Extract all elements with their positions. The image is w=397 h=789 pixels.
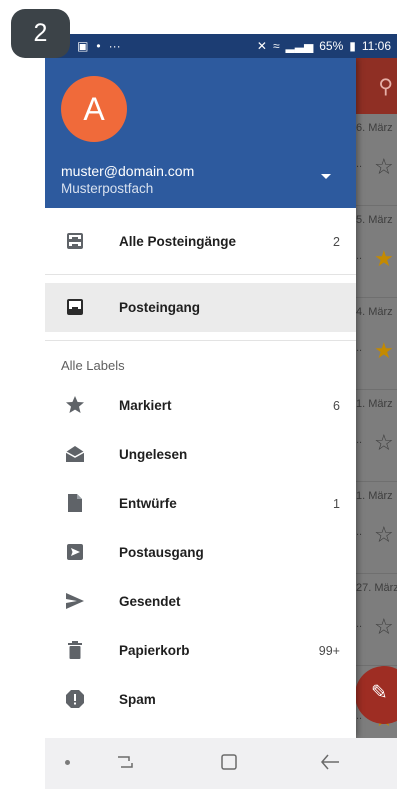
status-bar: ⇄ ▣ • ··· ✕ ≈ ▂▃▅ 65% ▮ 11:06 (45, 34, 397, 58)
account-dropdown-icon[interactable] (321, 174, 331, 179)
navigation-drawer: A muster@domain.com Musterpostfach Alle … (45, 58, 356, 738)
menu-item-inbox[interactable]: Posteingang (45, 283, 356, 332)
clock: 11:06 (361, 39, 391, 53)
mail-date: 1. März (356, 490, 393, 502)
outbox-icon (65, 542, 85, 562)
battery-icon: ▮ (349, 39, 356, 53)
star-outline-icon: ☆ (374, 430, 394, 455)
unread-mail-icon (65, 444, 85, 464)
divider (45, 340, 356, 341)
menu-item-label: Gesendet (119, 594, 181, 609)
inbox-icon (65, 297, 85, 317)
mail-snippet-ellipsis: .. (356, 250, 363, 262)
home-icon[interactable] (219, 752, 239, 772)
menu-item-label: Papierkorb (119, 643, 190, 658)
screenshot-frame: 2 ⇄ ▣ • ··· ✕ ≈ ▂▃▅ 65% ▮ 11:06 ⚲ (0, 0, 397, 789)
sent-icon (65, 591, 85, 611)
mail-snippet-ellipsis: .. (356, 618, 363, 630)
star-outline-icon: ☆ (374, 614, 394, 639)
menu-item-sent[interactable]: Gesendet (45, 577, 356, 626)
more-notifications-icon: ··· (108, 39, 121, 53)
notification-dot-icon: • (96, 39, 101, 53)
menu-item-label: Postausgang (119, 545, 204, 560)
nav-dot-icon[interactable] (65, 760, 70, 765)
account-email: muster@domain.com (61, 163, 195, 179)
image-icon: ▣ (77, 39, 89, 53)
menu-item-label: Markiert (119, 398, 172, 413)
menu-item-label: Alle Posteingänge (119, 234, 237, 249)
menu-item-label: Entwürfe (119, 496, 177, 511)
draft-icon (65, 493, 85, 513)
menu-item-all-inboxes[interactable]: Alle Posteingänge 2 (45, 217, 356, 266)
menu-item-count: 6 (333, 398, 340, 413)
mail-snippet-ellipsis: .. (356, 526, 363, 538)
mail-date: 6. März (356, 122, 393, 134)
menu-item-spam[interactable]: Spam (45, 675, 356, 724)
mute-icon: ✕ (256, 39, 267, 53)
drawer-header[interactable]: A muster@domain.com Musterpostfach (45, 58, 356, 208)
background-mail-row: 1. März.. ☆ (356, 390, 397, 482)
star-outline-icon: ☆ (374, 154, 394, 179)
background-mail-row: 4. März.. ★ (356, 298, 397, 390)
trash-icon (65, 640, 85, 660)
step-badge: 2 (11, 9, 70, 58)
avatar[interactable]: A (61, 76, 127, 142)
star-icon (65, 395, 85, 415)
back-icon[interactable] (319, 752, 341, 772)
divider (45, 274, 356, 275)
spam-icon (65, 689, 85, 709)
background-mail-row: 5. März.. ★ (356, 206, 397, 298)
mail-date: 1. März (356, 398, 393, 410)
background-mail-row: 1. März.. ☆ (356, 482, 397, 574)
menu-item-label: Posteingang (119, 300, 201, 315)
menu-item-label: Spam (119, 692, 156, 707)
phone-screen: ⇄ ▣ • ··· ✕ ≈ ▂▃▅ 65% ▮ 11:06 ⚲ 6. März.… (45, 34, 397, 789)
menu-item-unread[interactable]: Ungelesen (45, 430, 356, 479)
menu-item-outbox[interactable]: Postausgang (45, 528, 356, 577)
search-icon: ⚲ (378, 76, 393, 98)
section-label-all-labels: Alle Labels (61, 357, 125, 373)
signal-icon: ▂▃▅ (285, 39, 314, 53)
mail-date: 27. März (356, 582, 397, 594)
menu-item-count: 2 (333, 234, 340, 249)
mail-date: 5. März (356, 214, 393, 226)
menu-item-starred[interactable]: Markiert 6 (45, 381, 356, 430)
mail-snippet-ellipsis: .. (356, 158, 363, 170)
star-filled-icon: ★ (374, 246, 394, 271)
recent-apps-icon[interactable] (115, 752, 135, 772)
menu-item-label: Ungelesen (119, 447, 188, 462)
menu-item-count: 1 (333, 496, 340, 511)
menu-item-count: 99+ (318, 643, 340, 658)
account-name: Musterpostfach (61, 181, 154, 196)
all-inboxes-icon (65, 231, 85, 251)
mail-date: 4. März (356, 306, 393, 318)
star-filled-icon: ★ (374, 338, 394, 363)
star-outline-icon: ☆ (374, 522, 394, 547)
background-mail-row: 27. März.. ☆ (356, 574, 397, 666)
pencil-icon: ✎ (371, 682, 388, 704)
drawer-menu: Alle Posteingänge 2 Posteingang Alle Lab… (45, 208, 356, 724)
mail-snippet-ellipsis: .. (356, 434, 363, 446)
battery-percent: 65% (319, 39, 344, 53)
system-navigation-bar (45, 738, 397, 789)
background-mail-row: 6. März.. ☆ (356, 114, 397, 206)
mail-snippet-ellipsis: .. (356, 342, 363, 354)
wifi-icon: ≈ (272, 39, 280, 53)
menu-item-drafts[interactable]: Entwürfe 1 (45, 479, 356, 528)
menu-item-trash[interactable]: Papierkorb 99+ (45, 626, 356, 675)
